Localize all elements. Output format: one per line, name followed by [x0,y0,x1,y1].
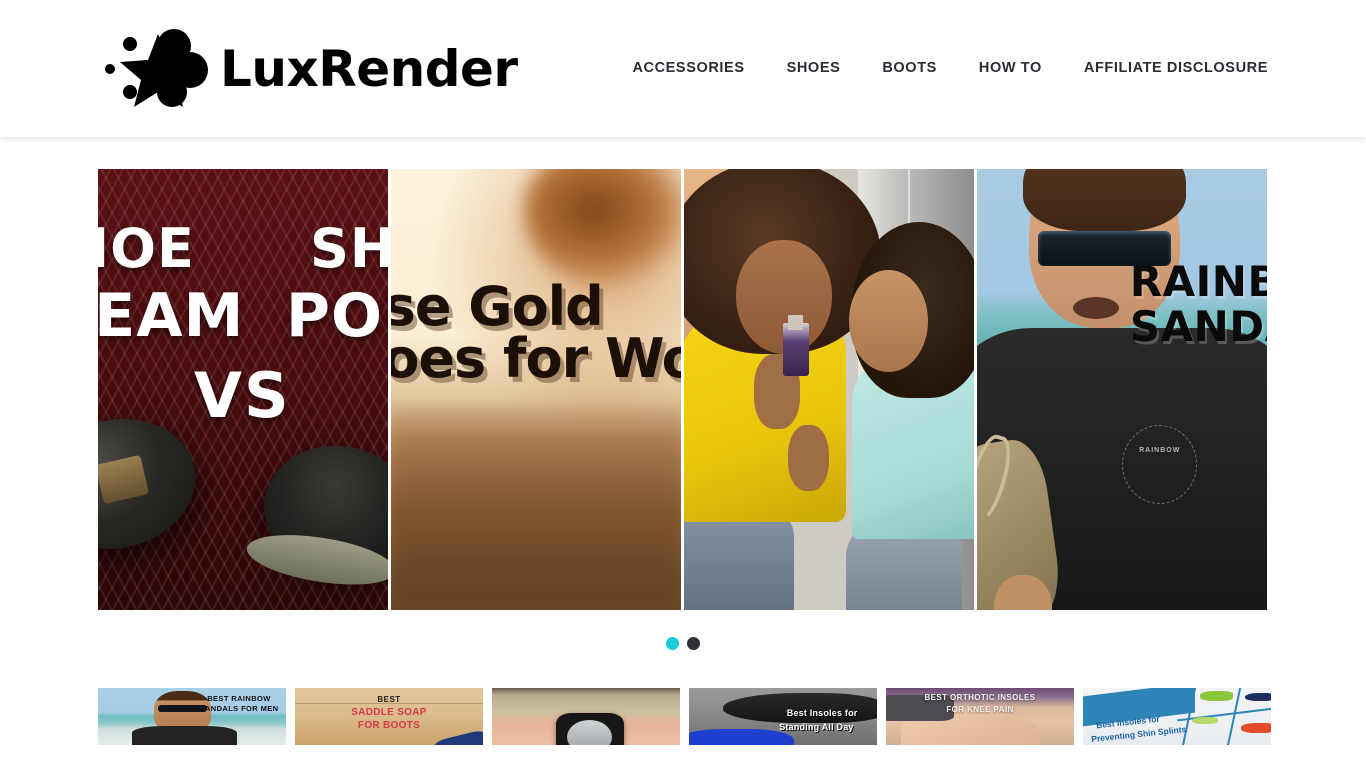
thumbnail-best-insoles-for-standing-all-day[interactable]: Best Insoles for Standing All Day [689,688,877,745]
thumb4-caption-line-1: Best Insoles for [786,708,858,718]
slide3-essential-oil-bottle [782,323,809,377]
carousel-slide-rainbow-sandals[interactable]: RAINBOW RAINBOWSANDALS [977,169,1267,610]
carousel-slide-shoe-cream-vs-shoe-polish[interactable]: SHOE CREAM SHOE POLISH VS [98,169,388,610]
carousel-dot-1[interactable] [666,637,679,650]
thumbnail-best-orthotic-insoles-for-knee-pain[interactable]: BEST ORTHOTIC INSOLES FOR KNEE PAIN [886,688,1074,745]
thumb2-best-label: BEST [377,695,401,704]
nav-item-accessories[interactable]: ACCESSORIES [611,61,765,76]
slide4-man-hair [1023,169,1186,231]
thumb1-man-body [131,725,238,745]
nav-item-how-to[interactable]: HOW TO [958,61,1063,76]
slide1-line-right-2: POLISH [286,281,388,351]
slide1-line-left-2: CREAM [98,281,245,351]
site-header: LuxRender ACCESSORIES SHOES BOOTS HOW TO… [0,0,1366,137]
carousel-slide-4-title: RAINBOWSANDALS [1129,257,1267,352]
thumbnail-watch-review[interactable] [492,688,680,745]
thumb6-insole-lime [1192,716,1219,725]
thumb6-insole-navy [1244,692,1271,702]
carousel-dot-2[interactable] [687,637,700,650]
slide1-line-right-1: SHOE [310,217,388,280]
nav-item-shoes[interactable]: SHOES [766,61,862,76]
thumbnail-best-saddle-soap-for-boots[interactable]: BEST SADDLE SOAP FOR BOOTS [295,688,483,745]
nav-item-affiliate-disclosure[interactable]: AFFILIATE DISCLOSURE [1063,61,1268,76]
carousel-slide-1-title: SHOE CREAM SHOE POLISH VS [98,169,388,610]
thumb6-insole-red [1240,723,1271,734]
featured-carousel: SHOE CREAM SHOE POLISH VS Rose GoldShoes… [0,137,1366,650]
slide3-child-face [849,270,928,372]
slide4-shirt-logo-text: RAINBOW [1139,446,1181,454]
thumb1-caption: BEST RAINBOW SANDALS FOR MEN [199,694,279,713]
carousel-track: SHOE CREAM SHOE POLISH VS Rose GoldShoes… [98,169,1267,610]
thumb6-insole-green [1199,691,1234,701]
slide4-shirt-logo-ring [1122,424,1198,505]
site-brand-name: LuxRender [220,39,518,98]
nav-item-boots[interactable]: BOOTS [861,61,958,76]
main-navigation: ACCESSORIES SHOES BOOTS HOW TO AFFILIATE… [611,61,1268,76]
carousel-slide-rose-gold-shoes-for-women[interactable]: Rose GoldShoes for Women [391,169,681,610]
thumb5-caption-line-2: FOR KNEE PAIN [946,705,1014,714]
slide3-bottle-cap [788,314,803,330]
thumbnail-best-rainbow-sandals-for-men[interactable]: BEST RAINBOW SANDALS FOR MEN [98,688,286,745]
thumb5-caption-line-1: BEST ORTHOTIC INSOLES [924,693,1036,702]
post-thumbnail-row: BEST RAINBOW SANDALS FOR MEN BEST SADDLE… [98,688,1278,745]
slide1-line-left-1: SHOE [98,217,195,280]
carousel-pagination [0,637,1366,650]
thumbnail-best-insoles-for-preventing-shin-splints[interactable]: Best Insoles for Preventing Shin Splints [1083,688,1271,745]
slide4-man-mouth [1072,296,1120,319]
thumb4-caption-line-2: Standing All Day [779,722,854,732]
carousel-slide-essential-oils[interactable] [684,169,974,610]
thumb2-caption-line-1: SADDLE SOAP [351,707,427,718]
star-splat-icon [98,26,218,112]
carousel-slide-2-title: Rose GoldShoes for Women [391,275,681,390]
slide1-vs-label: VS [194,359,291,432]
slide3-child-hand [788,424,829,491]
thumb2-caption-line-2: FOR BOOTS [357,720,421,731]
site-logo-link[interactable]: LuxRender [98,26,518,112]
